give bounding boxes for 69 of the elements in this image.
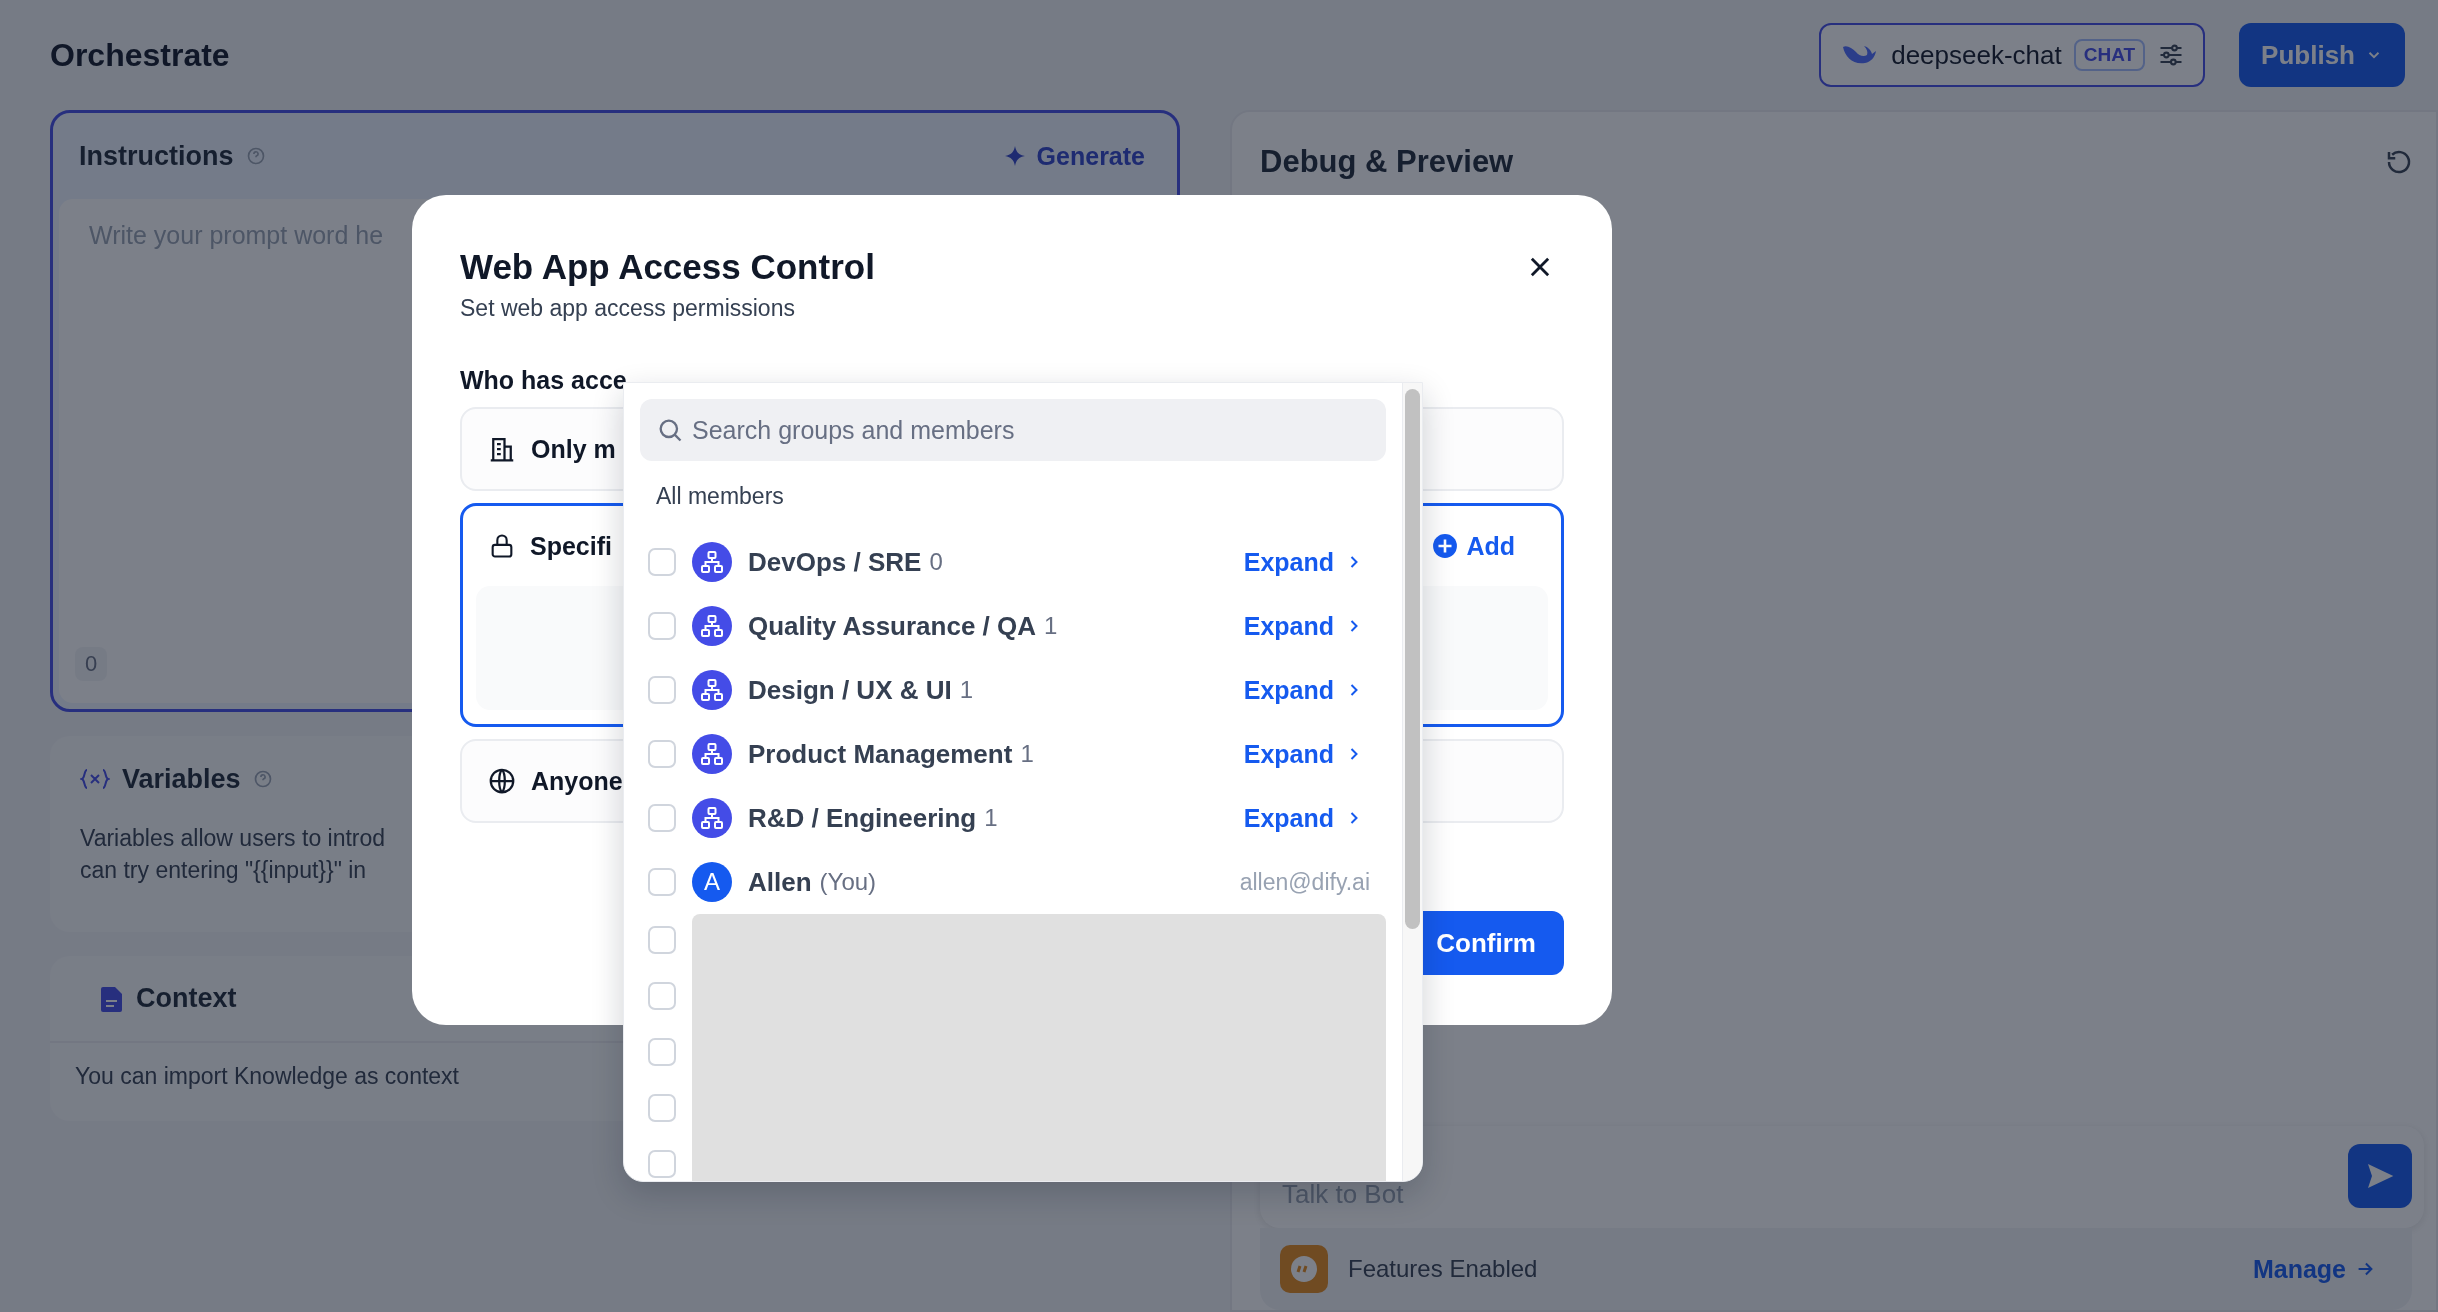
group-icon — [692, 542, 732, 582]
group-name: Design / UX & UI — [748, 674, 952, 706]
generate-button[interactable]: Generate — [996, 140, 1151, 172]
checkbox[interactable] — [648, 1038, 676, 1066]
model-selector[interactable]: deepseek-chat CHAT — [1819, 23, 2206, 87]
group-name: Product Management — [748, 738, 1013, 770]
model-name: deepseek-chat — [1891, 39, 2062, 71]
checkbox[interactable] — [648, 612, 676, 640]
member-email: allen@dify.ai — [1239, 868, 1370, 896]
option-label: Only m — [531, 434, 616, 464]
dialog-title: Web App Access Control — [460, 247, 875, 287]
debug-title: Debug & Preview — [1260, 144, 1514, 180]
group-icon — [692, 670, 732, 710]
instructions-title: Instructions — [79, 140, 234, 172]
expand-button[interactable]: Expand — [1237, 738, 1370, 770]
help-icon — [252, 769, 273, 789]
dialog-subtitle: Set web app access permissions — [460, 295, 796, 322]
checkbox[interactable] — [648, 982, 676, 1010]
expand-button[interactable]: Expand — [1237, 674, 1370, 706]
mode-tag: CHAT — [2073, 39, 2146, 71]
group-name: Quality Assurance / QA — [748, 610, 1037, 642]
document-icon — [100, 984, 124, 1013]
member-count: 1 — [984, 804, 998, 832]
context-title: Context — [136, 983, 237, 1014]
option-label: Specifi — [530, 531, 612, 561]
group-icon — [692, 606, 732, 646]
group-name: R&D / Engineering — [748, 802, 977, 834]
access-question: Who has acce — [460, 366, 628, 395]
checkbox[interactable] — [648, 804, 676, 832]
scrollbar[interactable] — [1405, 389, 1420, 929]
group-name: DevOps / SRE — [748, 546, 922, 578]
features-label: Features Enabled — [1348, 1255, 1538, 1283]
expand-button[interactable]: Expand — [1237, 802, 1370, 834]
checkbox[interactable] — [648, 868, 676, 896]
option-label: Anyone — [531, 766, 623, 796]
member-count: 1 — [959, 676, 974, 704]
checkbox[interactable] — [648, 676, 676, 704]
member-count: 0 — [929, 548, 943, 576]
help-icon — [245, 146, 266, 166]
group-icon — [692, 734, 732, 774]
send-button[interactable] — [2348, 1144, 2412, 1208]
checkbox[interactable] — [648, 548, 676, 576]
checkbox[interactable] — [648, 740, 676, 768]
checkbox[interactable] — [648, 1094, 676, 1122]
member-note: (You) — [819, 868, 877, 896]
variables-description: can try entering "{{input}}" in — [80, 856, 367, 885]
publish-button[interactable]: Publish — [2239, 23, 2405, 87]
member-name: Allen — [748, 866, 812, 898]
member-count: 1 — [1020, 740, 1034, 768]
search-field[interactable]: Search groups and members — [640, 399, 1386, 461]
member-count: 1 — [1044, 612, 1058, 640]
variables-title: Variables — [122, 763, 241, 795]
character-count: 0 — [75, 647, 108, 681]
context-description: You can import Knowledge as context — [75, 1063, 459, 1090]
avatar: A — [692, 862, 732, 902]
variable-icon — [80, 767, 110, 791]
expand-button[interactable]: Expand — [1237, 610, 1370, 642]
group-icon — [692, 798, 732, 838]
page-title: Orchestrate — [50, 36, 230, 74]
globe-icon — [487, 766, 517, 796]
search-placeholder: Search groups and members — [692, 415, 1015, 445]
expand-button[interactable]: Expand — [1237, 546, 1370, 578]
plus-circle-icon — [1432, 533, 1459, 559]
variables-description: Variables allow users to introd — [80, 824, 386, 853]
checkbox[interactable] — [648, 926, 676, 954]
checkbox[interactable] — [648, 1150, 676, 1178]
section-label: All members — [655, 482, 785, 511]
quote-icon — [1280, 1245, 1328, 1293]
add-button[interactable]: Add — [1426, 530, 1521, 562]
